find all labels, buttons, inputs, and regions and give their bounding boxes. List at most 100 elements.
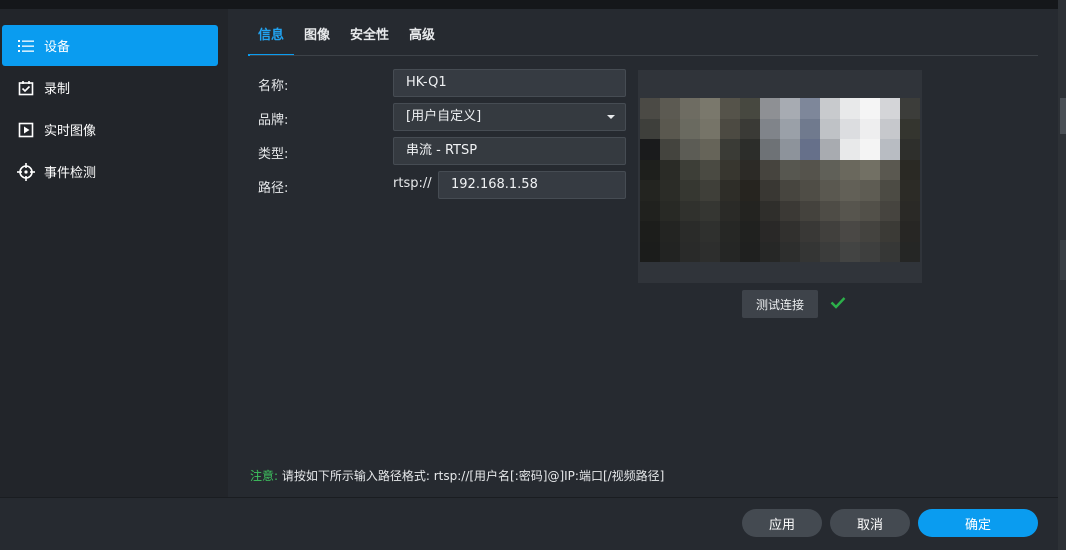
path-label: 路径: <box>258 181 289 196</box>
mosaic-cell <box>900 241 920 262</box>
mosaic-cell <box>680 241 700 262</box>
mosaic-cell <box>880 98 900 119</box>
mosaic-cell <box>880 221 900 242</box>
mosaic-cell <box>740 241 760 262</box>
mosaic-cell <box>860 221 880 242</box>
mosaic-cell <box>780 200 800 221</box>
mosaic-cell <box>820 200 840 221</box>
test-connection-button[interactable]: 测试连接 <box>742 290 818 318</box>
name-label: 名称: <box>258 79 289 94</box>
ok-button[interactable]: 确定 <box>918 509 1038 537</box>
chevron-down-icon <box>607 115 615 119</box>
tab-security[interactable]: 安全性 <box>350 22 389 56</box>
mosaic-cell <box>820 221 840 242</box>
mosaic-cell <box>760 159 780 180</box>
mosaic-cell <box>660 180 680 201</box>
path-format-note: 注意: 请按如下所示输入路径格式: rtsp://[用户名[:密码]@]IP:端… <box>250 467 664 484</box>
mosaic-cell <box>800 98 820 119</box>
mosaic-cell <box>860 118 880 139</box>
brand-select[interactable]: [用户自定义] <box>393 103 626 131</box>
mosaic-cell <box>800 200 820 221</box>
mosaic-cell <box>700 98 720 119</box>
path-input[interactable]: 192.168.1.58 <box>438 171 626 199</box>
preview-image-pixelated <box>640 98 920 262</box>
mosaic-cell <box>860 139 880 160</box>
sidebar-item-live-view[interactable]: 实时图像 <box>2 109 218 150</box>
mosaic-cell <box>640 180 660 201</box>
mosaic-cell <box>900 139 920 160</box>
tab-divider <box>250 55 1038 56</box>
mosaic-cell <box>700 200 720 221</box>
mosaic-cell <box>640 98 660 119</box>
mosaic-cell <box>900 159 920 180</box>
mosaic-cell <box>680 159 700 180</box>
mosaic-cell <box>700 118 720 139</box>
mosaic-cell <box>720 241 740 262</box>
mosaic-cell <box>680 200 700 221</box>
mosaic-cell <box>660 221 680 242</box>
mosaic-cell <box>700 139 720 160</box>
mosaic-cell <box>700 221 720 242</box>
brand-label: 品牌: <box>258 113 289 128</box>
mosaic-cell <box>840 118 860 139</box>
mosaic-cell <box>900 200 920 221</box>
mosaic-cell <box>660 200 680 221</box>
mosaic-cell <box>860 98 880 119</box>
mosaic-cell <box>780 118 800 139</box>
mosaic-cell <box>900 98 920 119</box>
mosaic-cell <box>800 221 820 242</box>
mosaic-cell <box>640 200 660 221</box>
note-text: 请按如下所示输入路径格式: rtsp://[用户名[:密码]@]IP:端口[/视… <box>281 469 665 483</box>
camera-preview <box>638 70 922 283</box>
mosaic-cell <box>680 118 700 139</box>
sidebar-item-label: 实时图像 <box>44 124 97 139</box>
mosaic-cell <box>660 159 680 180</box>
mosaic-cell <box>720 180 740 201</box>
mosaic-cell <box>740 118 760 139</box>
mosaic-cell <box>860 180 880 201</box>
type-label: 类型: <box>258 147 289 162</box>
mosaic-cell <box>900 118 920 139</box>
mosaic-cell <box>720 221 740 242</box>
mosaic-cell <box>680 98 700 119</box>
mosaic-cell <box>780 221 800 242</box>
mosaic-cell <box>840 98 860 119</box>
mosaic-cell <box>660 139 680 160</box>
mosaic-cell <box>640 159 660 180</box>
mosaic-cell <box>780 180 800 201</box>
mosaic-cell <box>760 118 780 139</box>
mosaic-cell <box>880 180 900 201</box>
mosaic-cell <box>880 139 900 160</box>
tab-image[interactable]: 图像 <box>304 22 330 56</box>
mosaic-cell <box>660 98 680 119</box>
mosaic-cell <box>640 139 660 160</box>
mosaic-cell <box>860 159 880 180</box>
type-select[interactable]: 串流 - RTSP <box>393 137 626 165</box>
mosaic-cell <box>780 98 800 119</box>
mosaic-cell <box>900 221 920 242</box>
apply-button[interactable]: 应用 <box>742 509 822 537</box>
mosaic-cell <box>840 139 860 160</box>
cancel-button[interactable]: 取消 <box>830 509 910 537</box>
sidebar-item-recording[interactable]: 录制 <box>2 67 218 108</box>
tab-advanced[interactable]: 高级 <box>409 22 435 56</box>
mosaic-cell <box>820 139 840 160</box>
sidebar-item-devices[interactable]: 设备 <box>2 25 218 66</box>
mosaic-cell <box>740 139 760 160</box>
mosaic-cell <box>740 180 760 201</box>
mosaic-cell <box>760 200 780 221</box>
sidebar-item-event-detection[interactable]: 事件检测 <box>2 151 218 192</box>
window-top-bar <box>0 0 1066 9</box>
mosaic-cell <box>780 139 800 160</box>
mosaic-cell <box>780 159 800 180</box>
note-prefix: 注意: <box>250 469 279 483</box>
name-field[interactable]: HK-Q1 <box>393 69 626 97</box>
mosaic-cell <box>820 241 840 262</box>
footer-divider <box>0 497 1058 498</box>
mosaic-cell <box>880 159 900 180</box>
mosaic-cell <box>760 241 780 262</box>
tab-info[interactable]: 信息 <box>247 22 295 56</box>
brand-select-value: [用户自定义] <box>406 109 482 124</box>
background-window-element <box>1060 240 1066 280</box>
calendar-check-icon <box>17 79 35 97</box>
